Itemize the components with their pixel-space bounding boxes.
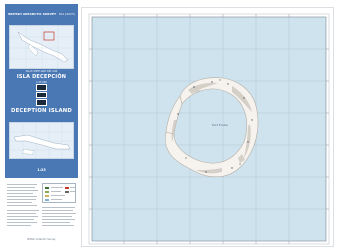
overview-inset-map [10, 123, 73, 158]
text-line [7, 219, 34, 220]
text-line [7, 210, 39, 211]
logo-badge-3 [36, 99, 47, 107]
logo-badge-1 [36, 84, 47, 91]
sea-area [92, 17, 326, 241]
text-line [7, 196, 37, 197]
text-line [7, 199, 36, 200]
publisher-credit: British Antarctic Survey [27, 238, 56, 241]
legend-swatches [45, 187, 75, 201]
text-line [42, 210, 73, 211]
location-inset-bottom [9, 122, 74, 159]
publisher-label: BRITISH ANTARCTIC SURVEY [8, 12, 57, 16]
legend-box [42, 183, 76, 203]
cover-header: BRITISH ANTARCTIC SURVEY BAS (UKAHT) [5, 8, 78, 20]
text-line [7, 184, 37, 185]
text-line [42, 225, 74, 226]
text-line [7, 222, 37, 223]
region-label: ISLAS SHETLAND DEL SUR [25, 70, 58, 73]
text-line [7, 213, 36, 214]
text-line [42, 219, 75, 220]
deception-island-map: Port Foster [88, 13, 330, 245]
map-title-en: DECEPTION ISLAND [10, 108, 73, 114]
text-line [42, 216, 72, 217]
series-small-label: BAS (UKAHT) [59, 12, 75, 16]
text-line [7, 187, 35, 188]
map-code: 1:25 [37, 168, 46, 172]
logo-badge-2 [36, 91, 47, 99]
map-back-panel: British Antarctic Survey [5, 181, 78, 247]
caldera-label: Port Foster [212, 123, 229, 127]
publisher-logos [36, 84, 47, 107]
text-line [7, 225, 31, 226]
map-cover-panel: BRITISH ANTARCTIC SURVEY BAS (UKAHT) ISL… [5, 4, 78, 178]
text-line [42, 213, 76, 214]
location-inset-map [10, 26, 73, 68]
topographic-map-sheet: Port Foster [81, 7, 334, 247]
text-line [7, 205, 37, 206]
location-inset-top [9, 25, 74, 69]
text-line [7, 193, 33, 194]
text-line [7, 216, 38, 217]
text-line [42, 222, 70, 223]
text-line [7, 190, 38, 191]
text-line [42, 207, 75, 208]
map-title-es: ISLA DECEPCIÓN [16, 74, 67, 80]
text-line [7, 202, 32, 203]
